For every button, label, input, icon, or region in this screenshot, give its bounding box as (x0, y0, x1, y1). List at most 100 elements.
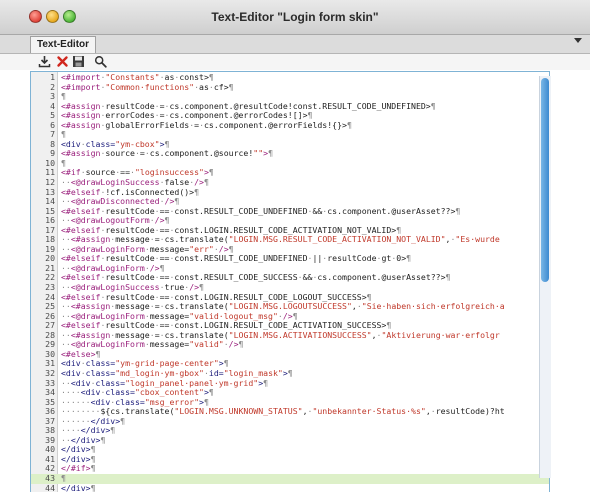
code-token: ¶ (61, 129, 66, 140)
code-token: const.RESULT_CODE_UNDEFINED (174, 205, 308, 216)
code-token: "ym-cbox" (115, 138, 160, 149)
code-line[interactable]: 42 </#if>¶ (31, 463, 549, 474)
import-icon[interactable] (38, 55, 51, 68)
tab-text-editor[interactable]: Text-Editor (30, 36, 97, 53)
code-token: ¶ (110, 425, 116, 436)
code-token: == (159, 205, 170, 216)
code-token: cs.component.@userAsset??> (327, 205, 456, 216)
code-token: message= (149, 339, 190, 350)
code-line[interactable]: 6 <#assign·globalErrorFields·=·cs.compone… (31, 119, 549, 131)
line-code: ········${cs.translate("LOGIN.MSG.UNKNOW… (61, 406, 505, 417)
code-token: resultCode (105, 291, 155, 302)
vertical-scrollbar[interactable] (539, 76, 551, 478)
code-token: ·· (61, 329, 71, 340)
code-token: "err" (189, 243, 214, 254)
code-token: class= (85, 367, 116, 378)
code-token: ¶ (203, 396, 209, 407)
code-token: <div (90, 396, 111, 407)
code-token: 0> (396, 253, 407, 264)
code-token: resultCode (105, 272, 155, 283)
code-token: "md_login·ym-gbox" (115, 367, 204, 378)
code-line[interactable]: 29 ··<@drawLoginForm·message="valid"·/>¶ (31, 339, 549, 350)
code-token: /> (164, 196, 175, 207)
code-token: <#elseif (61, 224, 101, 235)
code-token: <@drawLoginSuccess (70, 177, 160, 188)
code-token: ¶ (194, 186, 200, 197)
code-line[interactable]: 39 ··</div>¶ (31, 435, 549, 446)
code-token: ·· (61, 301, 71, 312)
code-token: ¶ (292, 310, 298, 321)
code-token: ·· (61, 215, 71, 226)
code-token: "login_mask" (223, 367, 283, 378)
code-token: <@drawLoginSuccess (70, 282, 160, 293)
code-token: "Sie·haben·sich·erfolgreich·a (361, 301, 505, 312)
code-token: <#assign (70, 234, 111, 245)
code-token: ¶ (307, 110, 313, 121)
search-icon[interactable] (94, 55, 107, 68)
code-token: message= (149, 310, 190, 321)
code-token: </#if> (61, 463, 91, 474)
code-token: resultCode (105, 100, 155, 111)
code-token: ¶ (90, 463, 96, 474)
code-token: "LOGIN.MSG.ACTIVATIONSUCCESS" (228, 329, 372, 340)
code-token: ¶ (228, 81, 234, 92)
delete-icon[interactable] (56, 55, 69, 68)
code-token: <#assign (70, 329, 111, 340)
code-token: <div (61, 358, 81, 369)
tab-bar: Text-Editor (0, 35, 590, 54)
code-token: false (164, 177, 190, 188)
code-line[interactable]: 44 </div>¶ (31, 483, 549, 492)
code-token: ·· (61, 282, 71, 293)
code-editor[interactable]: 1 <#import·"Constants"·as·const>¶ 2 <#impor… (30, 71, 550, 492)
code-token: <#assign (61, 119, 101, 130)
code-token: /> (218, 243, 229, 254)
code-token: message (115, 329, 150, 340)
code-token: <@drawLoginForm (70, 310, 145, 321)
code-token: "Es·wurde (455, 234, 500, 245)
code-token: ·· (61, 339, 71, 350)
save-icon[interactable] (72, 55, 85, 68)
code-token: ·· (61, 243, 71, 254)
editor-toolbar (0, 54, 590, 70)
code-token: ········ (61, 406, 101, 417)
code-token: "msg_error" (144, 396, 200, 407)
code-token: ¶ (164, 215, 170, 226)
code-token: <div (61, 367, 81, 378)
code-token: <@drawDisconnected (70, 196, 160, 207)
code-token: ·· (61, 196, 71, 207)
view-menu-chevron-icon[interactable] (574, 38, 582, 43)
code-token: ¶ (346, 119, 352, 130)
code-token: ¶ (208, 387, 214, 398)
code-token: /> (189, 282, 200, 293)
code-token: cs.component.@userAsset??> (317, 272, 446, 283)
code-token: <#assign (61, 100, 101, 111)
code-line[interactable]: 9 <#assign·source·=·cs.component.@source!… (31, 148, 549, 159)
code-token: <div (80, 387, 101, 398)
code-token: cs.translate( (164, 301, 229, 312)
code-token: cs.component.@source! (149, 148, 254, 159)
code-token: const.RESULT_CODE_UNDEFINED (174, 253, 308, 264)
code-token: cs.translate( (164, 234, 229, 245)
code-line[interactable]: 2 <#import·"Common·functions"·as·cf>¶ (31, 81, 549, 93)
code-token: "login_panel·panel·ym-grid" (125, 377, 259, 388)
code-line[interactable]: 43 ¶ (31, 473, 549, 484)
code-token: <#elseif (61, 253, 101, 264)
code-token: == (120, 167, 131, 178)
code-token: message (115, 301, 150, 312)
code-token: <#import (61, 72, 101, 82)
code-token: ···· (61, 387, 81, 398)
code-token: ¶ (90, 453, 96, 464)
code-token: !cf.isConnected()> (105, 186, 195, 197)
code-token: const.LOGIN.RESULT_CODE_LOGOUT_SUCCESS> (174, 291, 367, 302)
code-token: const> (179, 72, 209, 82)
scrollbar-thumb[interactable] (541, 78, 549, 282)
code-token: true (164, 282, 185, 293)
code-token: message (115, 234, 150, 245)
code-token: cs.component.@errorFields!{}> (204, 119, 347, 130)
code-line[interactable]: 40 </div>¶ (31, 445, 549, 455)
code-token: <#elseif (61, 320, 101, 331)
code-line[interactable]: 38 ····</div>¶ (31, 425, 549, 436)
code-token: <@drawLoginForm (70, 339, 145, 350)
code-token: "valid" (189, 339, 224, 350)
code-line[interactable]: 41 </div>¶ (31, 453, 549, 465)
